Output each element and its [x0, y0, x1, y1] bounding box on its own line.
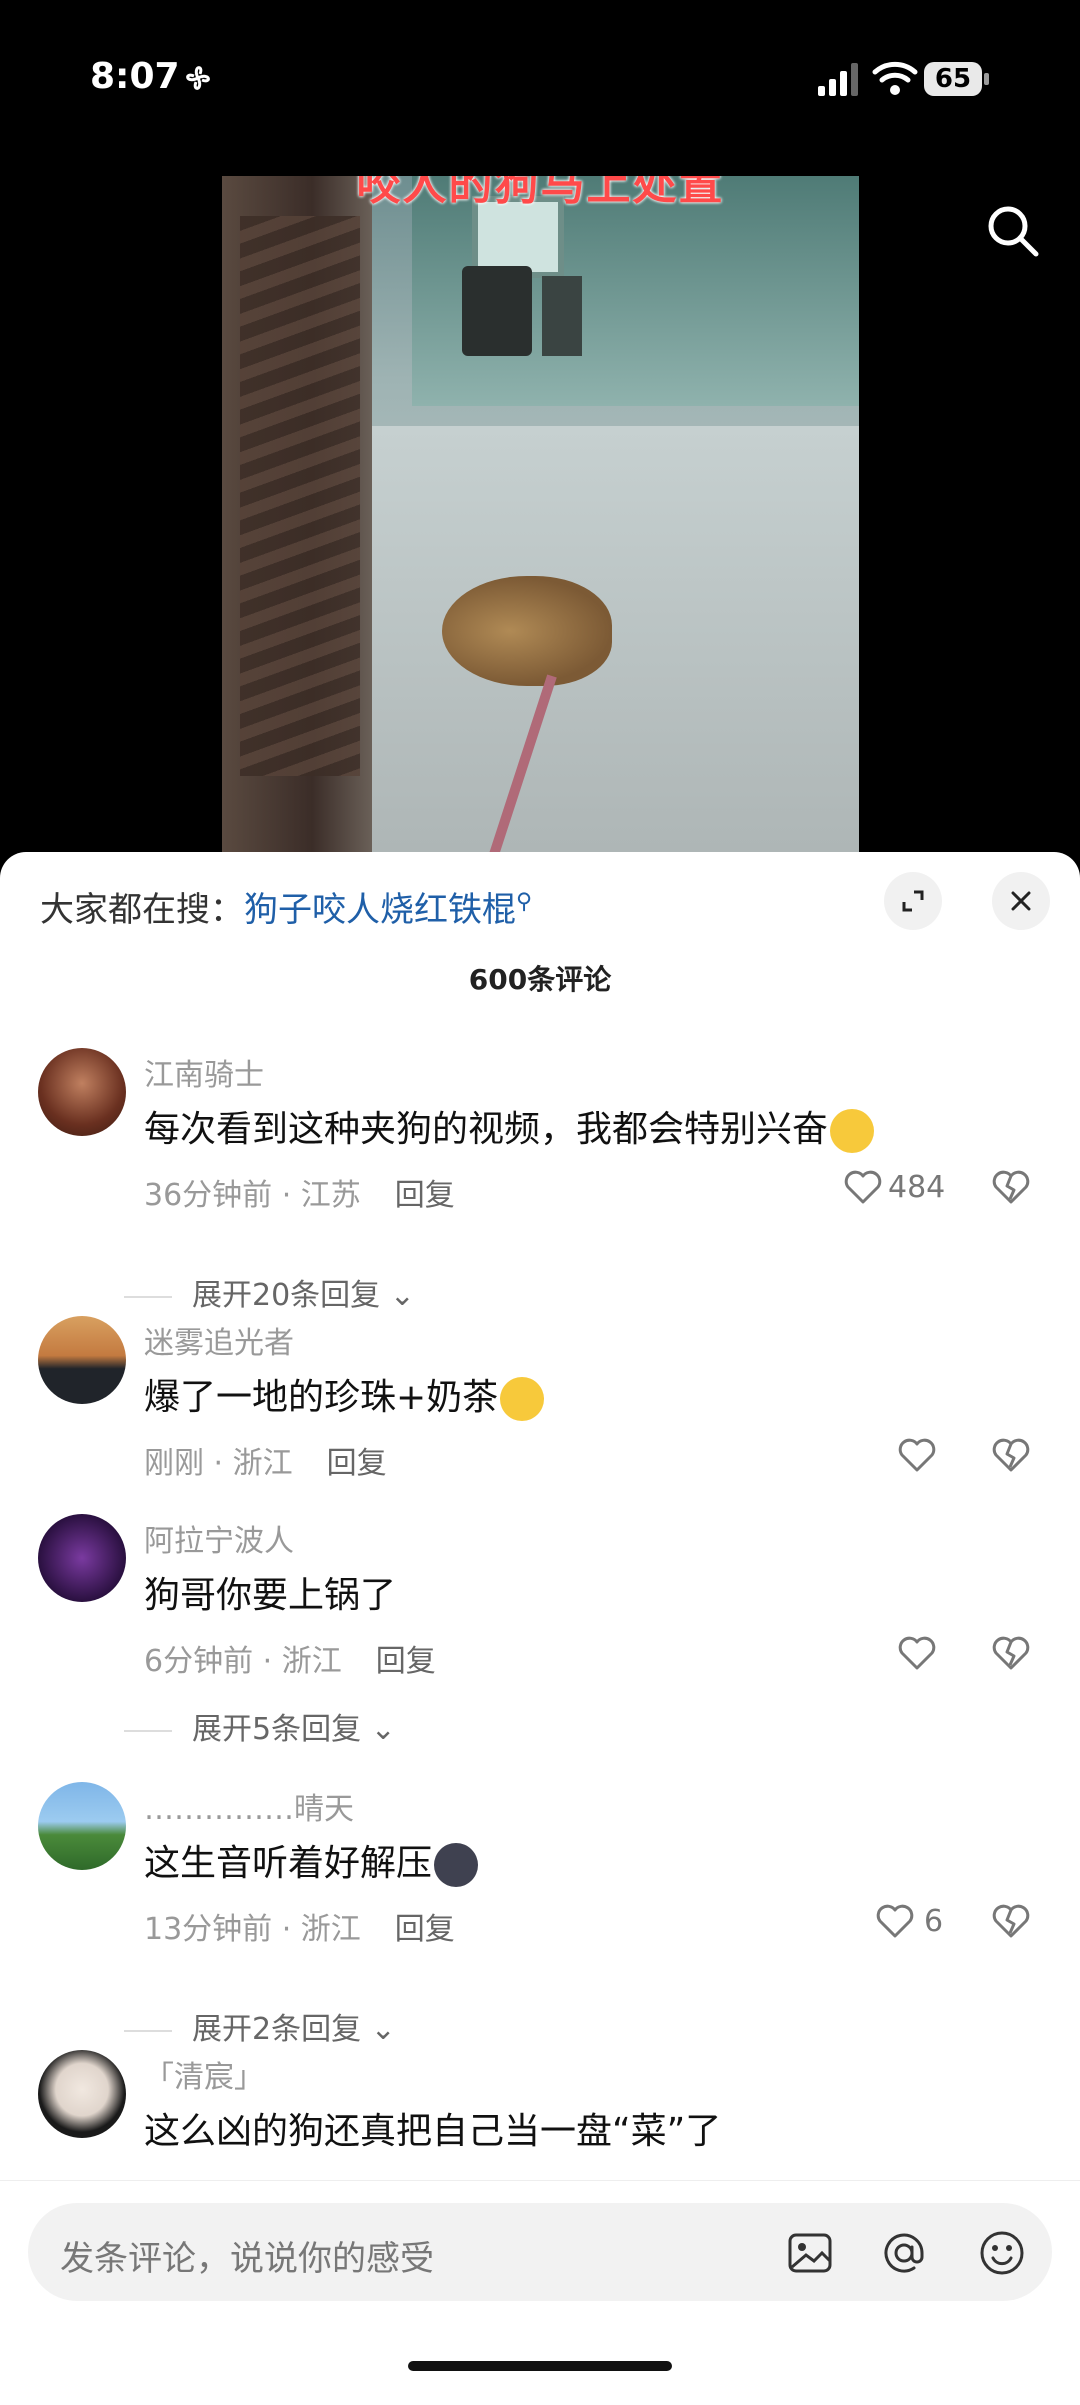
heart-icon — [898, 1636, 936, 1670]
heart-icon — [844, 1170, 882, 1204]
avatar[interactable] — [38, 1514, 126, 1602]
avatar[interactable] — [38, 1782, 126, 1870]
comment-text: 每次看到这种夹狗的视频，我都会特别兴奋 — [144, 1100, 875, 1153]
reply-button[interactable]: 回复 — [376, 1644, 436, 1679]
hot-search[interactable]: 大家都在搜：狗子咬人烧红铁棍⚲ — [40, 882, 532, 931]
grin-emoji-icon — [830, 1109, 875, 1153]
expand-replies[interactable]: 展开2条回复 ⌄ — [124, 2004, 396, 2048]
expand-icon — [902, 890, 924, 912]
comment-username[interactable]: 「清宸」 — [144, 2052, 264, 2096]
expand-replies[interactable]: 展开5条回复 ⌄ — [124, 1704, 396, 1748]
comment-text: 这么凶的狗还真把自己当一盘“菜”了 — [144, 2111, 722, 2152]
video-dog — [442, 576, 612, 686]
at-icon[interactable] — [878, 2227, 930, 2279]
comment-username[interactable]: 阿拉宁波人 — [144, 1516, 294, 1560]
comment-input-placeholder: 发条评论，说说你的感受 — [60, 2239, 434, 2279]
comment-username[interactable]: 江南骑士 — [144, 1050, 264, 1094]
avatar[interactable] — [38, 1048, 126, 1136]
like-count: 484 — [888, 1169, 946, 1205]
battery-level: 65 — [924, 62, 982, 96]
avatar[interactable] — [38, 2050, 126, 2138]
home-indicator[interactable] — [408, 2361, 672, 2371]
like-button[interactable]: 6 — [874, 1900, 943, 1942]
comment-input[interactable]: 发条评论，说说你的感受 — [28, 2203, 1052, 2301]
video-caption: 咬人的狗马上处置 — [356, 176, 725, 210]
like-button[interactable] — [896, 1434, 938, 1476]
comment-meta: 36分钟前 · 江苏 回复 — [144, 1178, 455, 1213]
emoji-icon[interactable] — [976, 2227, 1028, 2279]
hot-search-keyword[interactable]: 狗子咬人烧红铁棍 — [244, 890, 516, 930]
chevron-down-icon: ⌄ — [370, 1712, 396, 1747]
comment-text: 狗哥你要上锅了 — [144, 1575, 397, 1616]
dark-emoji-icon — [434, 1843, 479, 1887]
like-button[interactable] — [896, 1632, 938, 1674]
reply-button[interactable]: 回复 — [395, 1178, 455, 1213]
hot-search-prefix: 大家都在搜： — [40, 890, 244, 930]
wifi-icon — [872, 61, 918, 95]
comment-username[interactable]: ……………晴天 — [144, 1784, 354, 1828]
heart-icon — [876, 1904, 914, 1938]
close-icon — [1011, 891, 1031, 911]
broken-heart-icon[interactable] — [990, 1166, 1032, 1208]
broken-heart-icon[interactable] — [990, 1900, 1032, 1942]
comment-text: 这生音听着好解压 — [144, 1834, 479, 1887]
comment-text: 爆了一地的珍珠+奶茶 — [144, 1368, 545, 1421]
reply-button[interactable]: 回复 — [395, 1912, 455, 1947]
fan-icon — [186, 66, 210, 90]
search-small-icon: ⚲ — [516, 889, 533, 915]
like-count: 6 — [924, 1903, 944, 1939]
reply-button[interactable]: 回复 — [327, 1446, 387, 1481]
comment-sheet: 大家都在搜：狗子咬人烧红铁棍⚲ 600条评论 江南骑士 每次看到这种夹狗的视频，… — [0, 852, 1080, 2404]
status-time: 8:07 — [90, 56, 180, 97]
battery-icon: 65 — [924, 62, 990, 96]
like-button[interactable]: 484 — [842, 1166, 945, 1208]
smile-emoji-icon — [500, 1377, 545, 1421]
comment-meta: 刚刚 · 浙江 回复 — [144, 1446, 387, 1481]
avatar[interactable] — [38, 1316, 126, 1404]
broken-heart-icon[interactable] — [990, 1632, 1032, 1674]
chevron-down-icon: ⌄ — [389, 1278, 415, 1313]
chevron-down-icon: ⌄ — [370, 2012, 396, 2047]
broken-heart-icon[interactable] — [990, 1434, 1032, 1476]
search-icon[interactable] — [982, 200, 1042, 260]
expand-button[interactable] — [884, 872, 942, 930]
image-icon[interactable] — [784, 2227, 836, 2279]
comment-meta: 6分钟前 · 浙江 回复 — [144, 1644, 436, 1679]
close-button[interactable] — [992, 872, 1050, 930]
comment-meta: 13分钟前 · 浙江 回复 — [144, 1912, 455, 1947]
heart-icon — [898, 1438, 936, 1472]
video-player[interactable]: 咬人的狗马上处置 — [222, 176, 859, 852]
comment-input-bar: 发条评论，说说你的感受 — [0, 2180, 1080, 2405]
expand-replies[interactable]: 展开20条回复 ⌄ — [124, 1270, 415, 1314]
comment-username[interactable]: 迷雾追光者 — [144, 1318, 294, 1362]
comment-count: 600条评论 — [468, 963, 612, 996]
signal-icon — [818, 63, 858, 96]
status-bar: 8:07 65 — [0, 0, 1080, 160]
